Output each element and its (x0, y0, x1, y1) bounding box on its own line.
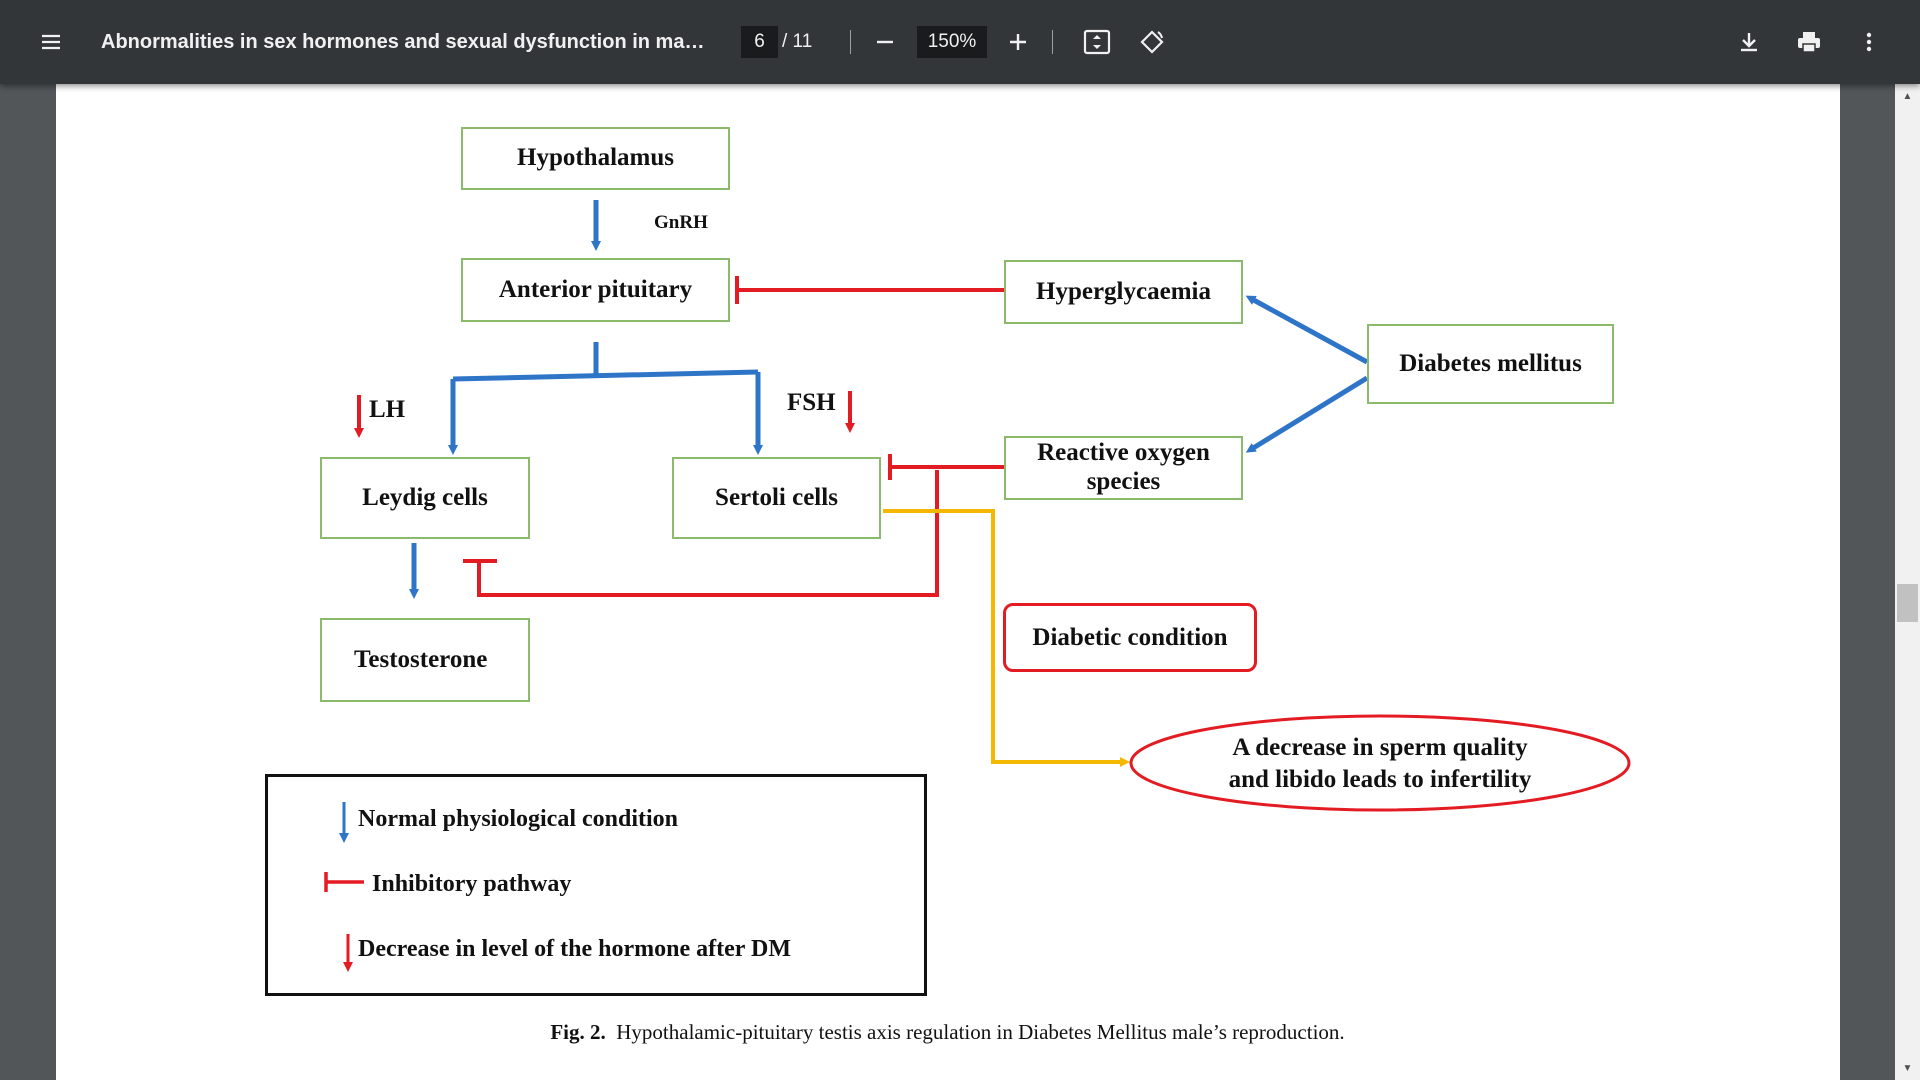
figure-caption: Fig. 2. Hypothalamic-pituitary testis ax… (0, 1020, 1895, 1045)
fit-page-icon[interactable] (1073, 18, 1121, 66)
caption-text: Hypothalamic-pituitary testis axis regul… (616, 1020, 1345, 1044)
fsh-label: FSH (787, 389, 836, 416)
diabetes-mellitus-box: Diabetes mellitus (1367, 324, 1614, 404)
scroll-down-arrow-icon[interactable]: ▼ (1897, 1060, 1918, 1076)
pdf-toolbar: Abnormalities in sex hormones and sexual… (0, 0, 1920, 84)
outcome-line-2: and libido leads to infertility (1228, 766, 1532, 793)
toolbar-divider (1052, 30, 1053, 54)
page-total: / 11 (782, 31, 813, 52)
scrollbar-thumb[interactable] (1897, 584, 1918, 622)
plus-icon[interactable] (994, 18, 1042, 66)
zoom-level-input[interactable]: 150% (917, 26, 987, 58)
hypothalamus-box: Hypothalamus (461, 127, 730, 190)
anterior-pituitary-box: Anterior pituitary (461, 258, 730, 322)
menu-icon[interactable] (27, 18, 75, 66)
more-vert-icon[interactable] (1845, 18, 1893, 66)
dm-to-ros-arrow (1245, 375, 1369, 453)
legend-decrease-label: Decrease in level of the hormone after D… (358, 936, 791, 962)
vertical-scrollbar[interactable] (1895, 84, 1920, 1080)
page-number-input[interactable]: 6 (741, 26, 778, 58)
sertoli-cells-box: Sertoli cells (672, 457, 881, 539)
outcome-text: A decrease in sperm quality and libido l… (1160, 732, 1600, 796)
toolbar-divider (850, 30, 851, 54)
download-icon[interactable] (1725, 18, 1773, 66)
pituitary-branch (452, 369, 759, 382)
legend-normal-label: Normal physiological condition (358, 806, 679, 832)
minus-icon[interactable] (861, 18, 909, 66)
ros-line-1: Reactive oxygen (1037, 439, 1210, 467)
leydig-cells-box: Leydig cells (320, 457, 530, 539)
outcome-line-1: A decrease in sperm quality (1232, 734, 1528, 761)
legend-inhibitory-label: Inhibitory pathway (372, 871, 572, 897)
gnrh-label: GnRH (654, 212, 708, 233)
testosterone-box: Testosterone (320, 618, 530, 702)
dm-to-hyperglycaemia-arrow (1245, 295, 1369, 365)
caption-label: Fig. 2. (550, 1020, 606, 1044)
scroll-up-arrow-icon[interactable]: ▲ (1897, 88, 1918, 104)
print-icon[interactable] (1785, 18, 1833, 66)
diabetic-condition-box: Diabetic condition (1003, 603, 1257, 672)
ros-line-2: species (1086, 468, 1161, 495)
rotate-icon[interactable] (1128, 18, 1176, 66)
lh-label: LH (369, 396, 406, 423)
hyperglycaemia-box: Hyperglycaemia (1004, 260, 1243, 324)
reactive-oxygen-species-box: Reactive oxygen species (1004, 436, 1243, 500)
document-title: Abnormalities in sex hormones and sexual… (101, 31, 706, 53)
